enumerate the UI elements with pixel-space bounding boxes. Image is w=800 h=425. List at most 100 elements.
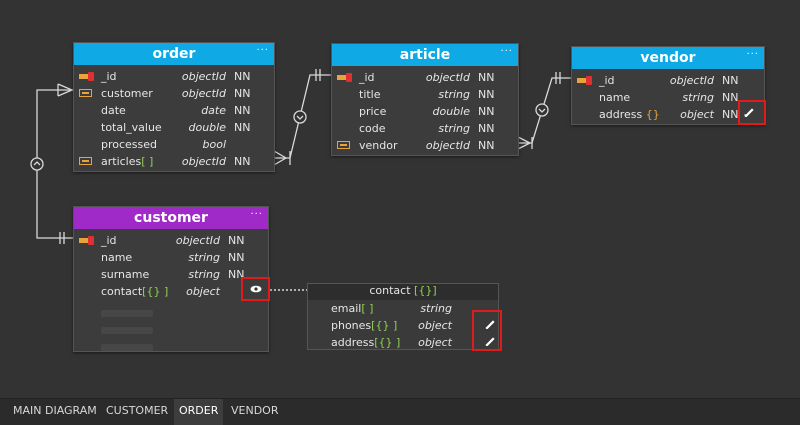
field-type: string	[438, 88, 470, 101]
not-null-flag: NN	[234, 155, 251, 168]
field-name: name	[101, 251, 133, 264]
subdocument-contact[interactable]: contact [{}] email[ ] string phones[{} ]…	[307, 283, 499, 350]
field-row[interactable]: articles[ ] objectId NN	[74, 153, 274, 170]
primary-key-icon	[79, 72, 94, 81]
field-name: address[{} ]	[331, 336, 401, 349]
field-row[interactable]: _id objectId NN	[74, 232, 268, 249]
object-marker: {}	[645, 108, 660, 121]
field-type: object	[418, 336, 452, 349]
field-name: code	[359, 122, 386, 135]
field-row[interactable]: price double NN	[332, 103, 518, 120]
field-type: bool	[202, 138, 227, 151]
not-null-flag: NN	[478, 71, 495, 84]
field-row[interactable]: email[ ] string	[308, 300, 498, 317]
entity-article-header[interactable]: article ···	[332, 44, 518, 66]
placeholder-bar	[101, 344, 153, 351]
field-row[interactable]: contact[{} ] object	[74, 283, 268, 300]
field-row[interactable]: name string NN	[572, 89, 764, 106]
not-null-flag: NN	[722, 91, 739, 104]
array-marker: [{} ]	[371, 319, 398, 332]
field-row[interactable]: total_value double NN	[74, 119, 274, 136]
field-name: _id	[101, 70, 117, 83]
field-type: string	[188, 268, 220, 281]
entity-customer-header[interactable]: customer ···	[74, 207, 268, 229]
field-name: surname	[101, 268, 150, 281]
field-type: object	[680, 108, 714, 121]
field-row[interactable]: _id objectId NN	[332, 69, 518, 86]
field-row[interactable]: name string NN	[74, 249, 268, 266]
highlight-customer-contact	[241, 277, 270, 301]
field-type: string	[188, 251, 220, 264]
foreign-key-icon	[79, 157, 94, 166]
highlight-subdoc-objects	[472, 310, 502, 351]
field-row[interactable]: _id objectId NN	[572, 72, 764, 89]
more-menu-icon[interactable]: ···	[250, 204, 263, 226]
diagram-canvas[interactable]: order ··· _id objectId NN customer objec…	[0, 0, 800, 398]
entity-title: customer	[134, 210, 208, 226]
not-null-flag: NN	[228, 234, 245, 247]
field-row[interactable]: processed bool	[74, 136, 274, 153]
field-type: objectId	[181, 70, 226, 83]
highlight-vendor-address	[738, 100, 766, 125]
entity-vendor-header[interactable]: vendor ···	[572, 47, 764, 69]
field-row[interactable]: date date NN	[74, 102, 274, 119]
array-marker: [{} ]	[374, 336, 401, 349]
subdocument-title[interactable]: contact [{}]	[308, 284, 498, 300]
field-row[interactable]: surname string NN	[74, 266, 268, 283]
field-type: objectId	[425, 71, 470, 84]
more-menu-icon[interactable]: ···	[500, 41, 513, 63]
field-row[interactable]: _id objectId NN	[74, 68, 274, 85]
entity-title: article	[399, 47, 451, 63]
field-name: date	[101, 104, 126, 117]
field-name: price	[359, 105, 387, 118]
foreign-key-icon	[79, 89, 94, 98]
more-menu-icon[interactable]: ···	[256, 40, 269, 62]
entity-customer[interactable]: customer ··· _id objectId NN name string…	[73, 206, 269, 352]
not-null-flag: NN	[234, 70, 251, 83]
field-name: phones[{} ]	[331, 319, 398, 332]
primary-key-icon	[337, 73, 352, 82]
entity-order[interactable]: order ··· _id objectId NN customer objec…	[73, 42, 275, 172]
field-name: email[ ]	[331, 302, 374, 315]
field-name: _id	[359, 71, 375, 84]
field-name: vendor	[359, 139, 398, 152]
not-null-flag: NN	[234, 87, 251, 100]
not-null-flag: NN	[478, 88, 495, 101]
diagram-tab-bar: MAIN DIAGRAM CUSTOMER ORDER VENDOR	[0, 398, 800, 425]
field-name: name	[599, 91, 631, 104]
field-row[interactable]: code string NN	[332, 120, 518, 137]
field-name: _id	[599, 74, 615, 87]
field-row[interactable]: address[{} ] object	[308, 334, 498, 351]
field-row[interactable]: customer objectId NN	[74, 85, 274, 102]
entity-title: vendor	[640, 50, 696, 66]
entity-article[interactable]: article ··· _id objectId NN title string…	[331, 43, 519, 156]
field-name: _id	[101, 234, 117, 247]
array-marker: [{}]	[414, 284, 437, 297]
tab-vendor[interactable]: VENDOR	[226, 399, 283, 425]
array-marker: [ ]	[361, 302, 374, 315]
field-row[interactable]: address {} object NN	[572, 106, 764, 123]
not-null-flag: NN	[478, 105, 495, 118]
tab-main-diagram[interactable]: MAIN DIAGRAM	[8, 399, 102, 425]
field-type: double	[188, 121, 227, 134]
primary-key-icon	[577, 76, 592, 85]
field-name: contact[{} ]	[101, 285, 169, 298]
tab-customer[interactable]: CUSTOMER	[101, 399, 173, 425]
field-row[interactable]: title string NN	[332, 86, 518, 103]
entity-order-header[interactable]: order ···	[74, 43, 274, 65]
entity-vendor[interactable]: vendor ··· _id objectId NN name string N…	[571, 46, 765, 125]
more-menu-icon[interactable]: ···	[746, 44, 759, 66]
field-row[interactable]: vendor objectId NN	[332, 137, 518, 154]
field-type: objectId	[175, 234, 220, 247]
field-type: objectId	[181, 87, 226, 100]
field-type: string	[438, 122, 470, 135]
not-null-flag: NN	[722, 108, 739, 121]
placeholder-bar	[101, 310, 153, 317]
field-name: articles[ ]	[101, 155, 154, 168]
field-type: object	[418, 319, 452, 332]
field-name: title	[359, 88, 381, 101]
field-row[interactable]: phones[{} ] object	[308, 317, 498, 334]
optional-circle	[30, 157, 44, 171]
field-name: total_value	[101, 121, 162, 134]
tab-order[interactable]: ORDER	[174, 399, 224, 425]
